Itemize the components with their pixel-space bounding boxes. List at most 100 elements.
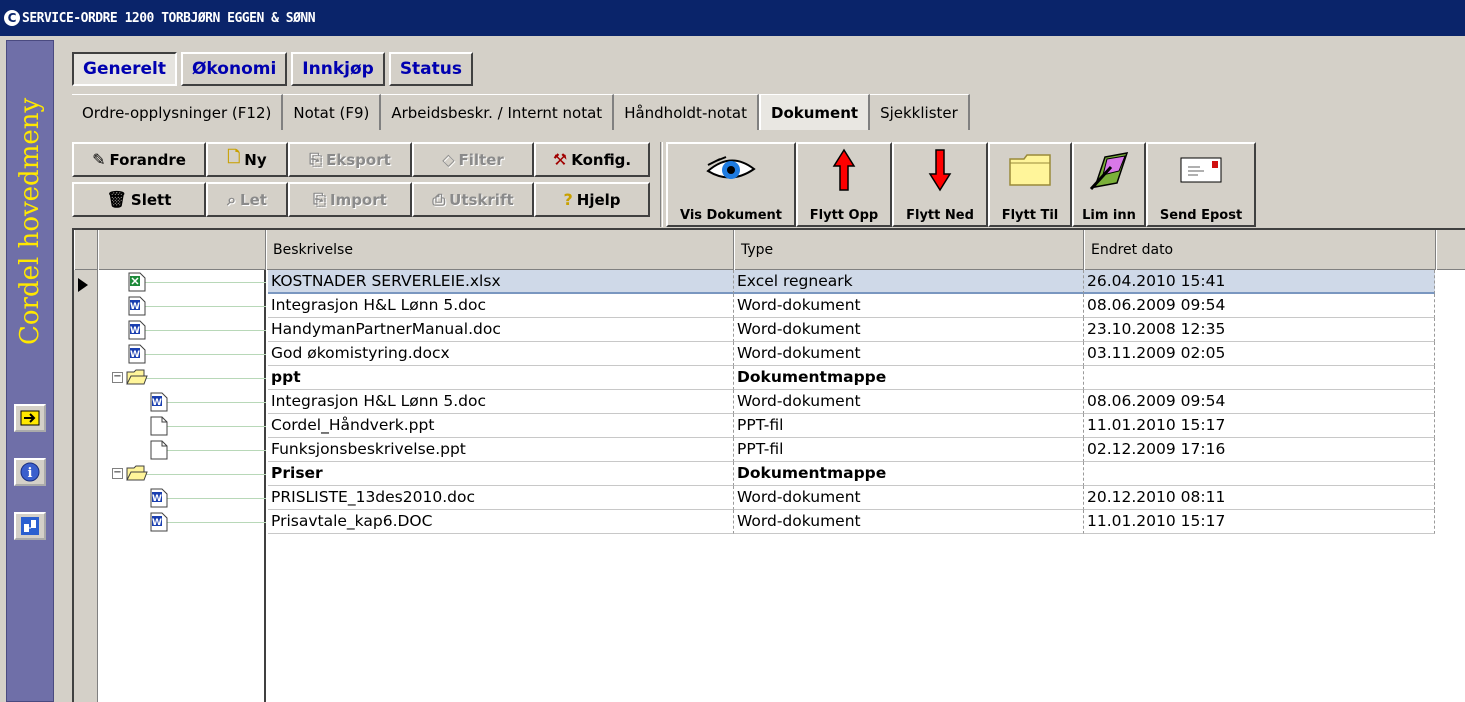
eksport-button[interactable]: ⎘ Eksport [288, 142, 412, 177]
tab-innkjop[interactable]: Innkjøp [291, 52, 385, 86]
main-menu-panel[interactable]: Cordel hovedmeny i [6, 40, 54, 702]
hjelp-label: Hjelp [576, 190, 621, 209]
info-button[interactable]: i [14, 458, 46, 486]
column-header-endret-dato[interactable]: Endret dato [1084, 230, 1436, 270]
export-icon: ⎘ [309, 149, 323, 169]
table-row[interactable]: Prisavtale_kap6.DOC Word-dokument 11.01.… [74, 510, 1465, 534]
cell-endret-dato: 20.12.2010 08:11 [1083, 486, 1435, 510]
flytt-opp-button[interactable]: Flytt Opp [796, 142, 892, 227]
cell-beskrivelse: Integrasjon H&L Lønn 5.doc [268, 294, 733, 318]
utskrift-button[interactable]: ⎙ Utskrift [412, 182, 534, 217]
tab-arbeidsbeskrivelse[interactable]: Arbeidsbeskr. / Internt notat [381, 94, 615, 130]
folder-icon [1008, 148, 1052, 192]
import-icon: ⎘ [313, 189, 326, 209]
column-header-beskrivelse[interactable]: Beskrivelse [266, 230, 734, 270]
binoculars-icon: ⌕ [227, 189, 237, 209]
table-row[interactable]: HandymanPartnerManual.doc Word-dokument … [74, 318, 1465, 342]
paste-icon [1087, 148, 1131, 192]
ny-button[interactable]: 🗋 Ny [206, 142, 288, 177]
trash-icon: 🗑 [106, 190, 127, 209]
table-row[interactable]: God økomistyring.docx Word-dokument 03.1… [74, 342, 1465, 366]
flytt-ned-button[interactable]: Flytt Ned [892, 142, 988, 227]
table-row[interactable]: Funksjonsbeskrivelse.ppt PPT-fil 02.12.2… [74, 438, 1465, 462]
toolbar-separator [660, 142, 663, 227]
sub-tab-bar: Ordre-opplysninger (F12) Notat (F9) Arbe… [72, 94, 970, 130]
table-row[interactable]: PRISLISTE_13des2010.doc Word-dokument 20… [74, 486, 1465, 510]
cell-type: Dokumentmappe [733, 462, 1083, 486]
cell-beskrivelse: Priser [268, 462, 733, 486]
svg-text:i: i [28, 466, 33, 481]
cell-type: Word-dokument [733, 342, 1083, 366]
konfig-button[interactable]: ⚒ Konfig. [534, 142, 650, 177]
hjelp-button[interactable]: ? Hjelp [534, 182, 650, 217]
grid-header: Beskrivelse Type Endret dato [74, 230, 1465, 270]
vis-dokument-label: Vis Dokument [679, 208, 782, 223]
tab-okonomi[interactable]: Økonomi [180, 52, 288, 86]
network-button[interactable] [14, 512, 46, 540]
cell-beskrivelse: Prisavtale_kap6.DOC [268, 510, 733, 534]
table-row-folder[interactable]: Priser Dokumentmappe [74, 462, 1465, 486]
cell-endret-dato: 11.01.2010 15:17 [1083, 510, 1435, 534]
table-row[interactable]: Integrasjon H&L Lønn 5.doc Word-dokument… [74, 294, 1465, 318]
lim-inn-label: Lim inn [1082, 208, 1136, 223]
eye-icon [706, 148, 756, 192]
cell-beskrivelse: KOSTNADER SERVERLEIE.xlsx [268, 270, 733, 294]
tab-ordre-opplysninger[interactable]: Ordre-opplysninger (F12) [72, 94, 284, 130]
cell-type: Word-dokument [733, 294, 1083, 318]
tab-status[interactable]: Status [388, 52, 474, 86]
arrow-right-icon [20, 409, 40, 427]
info-icon: i [20, 462, 40, 482]
arrow-down-icon [928, 148, 952, 192]
tab-handholdt-notat[interactable]: Håndholdt-notat [614, 94, 759, 130]
column-header-type[interactable]: Type [734, 230, 1084, 270]
cell-endret-dato: 11.01.2010 15:17 [1083, 414, 1435, 438]
cell-endret-dato [1083, 462, 1435, 486]
cell-endret-dato: 03.11.2009 02:05 [1083, 342, 1435, 366]
table-row[interactable]: Cordel_Håndverk.ppt PPT-fil 11.01.2010 1… [74, 414, 1465, 438]
top-tab-bar: Generelt Økonomi Innkjøp Status [72, 52, 474, 86]
window-title: SERVICE-ORDRE 1200 TORBJØRN EGGEN & SØNN [22, 10, 316, 26]
cell-beskrivelse: Integrasjon H&L Lønn 5.doc [268, 390, 733, 414]
flytt-til-button[interactable]: Flytt Til [988, 142, 1072, 227]
slett-button[interactable]: 🗑 Slett [72, 182, 206, 217]
tab-dokument[interactable]: Dokument [759, 94, 871, 130]
flytt-ned-label: Flytt Ned [906, 208, 974, 223]
utskrift-label: Utskrift [449, 190, 514, 209]
network-icon [20, 517, 40, 535]
forandre-button[interactable]: ✎ Forandre [72, 142, 206, 177]
cell-beskrivelse: Funksjonsbeskrivelse.ppt [268, 438, 733, 462]
let-label: Let [240, 190, 267, 209]
arrow-right-button[interactable] [14, 404, 46, 432]
send-epost-label: Send Epost [1159, 208, 1243, 223]
tab-generelt[interactable]: Generelt [72, 52, 177, 86]
cell-beskrivelse: God økomistyring.docx [268, 342, 733, 366]
cell-type: Word-dokument [733, 318, 1083, 342]
let-button[interactable]: ⌕ Let [206, 182, 288, 217]
tab-notat[interactable]: Notat (F9) [283, 94, 382, 130]
cell-beskrivelse: PRISLISTE_13des2010.doc [268, 486, 733, 510]
main-area: Generelt Økonomi Innkjøp Status Ordre-op… [64, 36, 1465, 702]
table-row[interactable]: Integrasjon H&L Lønn 5.doc Word-dokument… [74, 390, 1465, 414]
table-row-folder[interactable]: ppt Dokumentmappe [74, 366, 1465, 390]
table-row[interactable]: KOSTNADER SERVERLEIE.xlsx Excel regneark… [74, 270, 1465, 294]
cell-endret-dato: 08.06.2009 09:54 [1083, 390, 1435, 414]
send-epost-button[interactable]: Send Epost [1146, 142, 1256, 227]
filter-button[interactable]: ◇ Filter [412, 142, 534, 177]
cell-endret-dato: 23.10.2008 12:35 [1083, 318, 1435, 342]
indicator-header [74, 230, 98, 270]
cell-endret-dato: 02.12.2009 17:16 [1083, 438, 1435, 462]
vis-dokument-button[interactable]: Vis Dokument [666, 142, 796, 227]
edit-icon: ✎ [92, 150, 106, 169]
cell-type: PPT-fil [733, 438, 1083, 462]
main-menu-title[interactable]: Cordel hovedmeny [15, 51, 45, 391]
document-grid: Beskrivelse Type Endret dato W W W − W −… [72, 228, 1465, 702]
cell-type: Word-dokument [733, 390, 1083, 414]
cell-type: Word-dokument [733, 510, 1083, 534]
import-button[interactable]: ⎘ Import [288, 182, 412, 217]
flytt-opp-label: Flytt Opp [809, 208, 879, 223]
filter-icon: ◇ [442, 150, 455, 169]
lim-inn-button[interactable]: Lim inn [1072, 142, 1146, 227]
tab-sjekklister[interactable]: Sjekklister [870, 94, 970, 130]
eksport-label: Eksport [326, 150, 391, 169]
konfig-label: Konfig. [571, 150, 632, 169]
